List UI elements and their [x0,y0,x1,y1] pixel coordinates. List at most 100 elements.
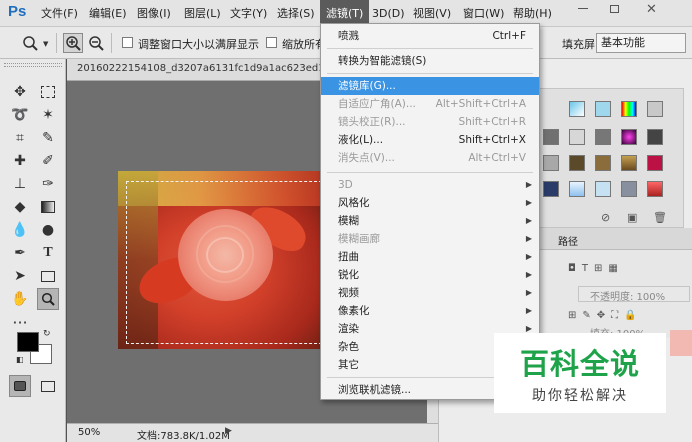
submenu-blur[interactable]: 模糊 ▶ [321,212,539,230]
hand-tool-icon[interactable]: ✋ [9,288,31,310]
style-swatch[interactable] [543,181,559,197]
menu-type[interactable]: 文字(Y) [230,0,267,27]
submenu-3d[interactable]: 3D ▶ [321,176,539,194]
liquify[interactable]: 液化(L)... Shift+Ctrl+X [321,131,539,149]
screen-mode-icon[interactable] [37,375,59,397]
style-swatch[interactable] [621,129,637,145]
zoom-all-checkbox[interactable] [266,37,277,48]
submenu-arrow-icon: ▶ [525,306,532,315]
menu-select[interactable]: 选择(S) [277,0,315,27]
clone-stamp-icon[interactable]: ⊥ [9,173,31,195]
close-icon[interactable]: ✕ [646,2,657,17]
maximize-icon[interactable] [610,5,619,13]
chevron-down-icon[interactable]: ▼ [43,40,48,48]
style-swatch[interactable] [543,155,559,171]
filter-last-splatter[interactable]: 喷溅 Ctrl+F [321,27,539,45]
style-swatch[interactable] [621,101,637,117]
submenu-arrow-icon: ▶ [525,216,532,225]
submenu-sharpen[interactable]: 锐化 ▶ [321,266,539,284]
clear-style-icon[interactable]: ⊘ [601,211,610,224]
type-tool-icon[interactable]: T [37,242,59,264]
gradient-tool-icon[interactable] [37,196,59,218]
convert-smart-filter[interactable]: 转换为智能滤镜(S) [321,52,539,70]
style-swatch[interactable] [621,155,637,171]
document-info: 文档:783.8K/1.02M [137,431,230,442]
fill-screen-button[interactable]: 填充屏 [562,36,595,52]
rectangle-tool-icon[interactable] [37,265,59,287]
magic-wand-icon[interactable]: ✶ [37,104,59,126]
style-swatch[interactable] [595,155,611,171]
style-swatch[interactable] [621,181,637,197]
pen-tool-icon[interactable]: ✒ [9,242,31,264]
zoom-tool-icon[interactable] [37,288,59,310]
delete-style-icon[interactable]: 🗑 [653,211,667,224]
submenu-video[interactable]: 视频 ▶ [321,284,539,302]
opacity-field[interactable]: 不透明度: 100% [590,288,665,303]
document-title: 20160222154108_d3207a6131fc1d9a1ac623ed1… [77,63,338,74]
zoom-tool-preset-icon[interactable] [20,33,40,53]
zoom-out-icon[interactable] [86,33,106,53]
lens-correction[interactable]: 镜头校正(R)... Shift+Ctrl+R [321,113,539,131]
style-swatch[interactable] [595,181,611,197]
default-colors-icon[interactable]: ◧ [16,355,24,364]
submenu-stylize[interactable]: 风格化 ▶ [321,194,539,212]
style-swatch[interactable] [569,129,585,145]
submenu-pixelate[interactable]: 像素化 ▶ [321,302,539,320]
vanishing-point[interactable]: 消失点(V)... Alt+Ctrl+V [321,149,539,167]
style-swatch[interactable] [595,101,611,117]
submenu-distort[interactable]: 扭曲 ▶ [321,248,539,266]
workspace-select[interactable]: 基本功能 [596,33,686,53]
move-tool-icon[interactable]: ✥ [9,81,31,103]
new-style-icon[interactable]: ▣ [627,211,637,224]
menu-image[interactable]: 图像(I) [137,0,171,27]
more-tools-icon[interactable]: ··· [9,311,31,333]
filter-gallery[interactable]: 滤镜库(G)... [321,77,539,95]
style-swatch[interactable] [647,181,663,197]
menu-file[interactable]: 文件(F) [41,0,78,27]
menu-edit[interactable]: 编辑(E) [89,0,127,27]
adaptive-wide-angle[interactable]: 自适应广角(A)... Alt+Shift+Ctrl+A [321,95,539,113]
style-swatch[interactable] [595,129,611,145]
styles-panel: ⊘ ▣ 🗑 [538,88,684,228]
style-swatch[interactable] [569,181,585,197]
healing-brush-icon[interactable]: ✚ [9,150,31,172]
layer-filter-icons[interactable]: ◘T⊞▦ [568,263,624,274]
eyedropper-icon[interactable]: ✎ [37,127,59,149]
submenu-arrow-icon: ▶ [525,288,532,297]
menu-layer[interactable]: 图层(L) [184,0,221,27]
blur-tool-icon[interactable]: 💧 [9,219,31,241]
photoshop-logo: Ps [8,3,27,20]
watermark-title: 百科全说 [519,347,640,381]
style-swatch[interactable] [569,155,585,171]
eraser-icon[interactable]: ◆ [9,196,31,218]
resize-windows-checkbox[interactable] [122,37,133,48]
lasso-tool-icon[interactable]: ➰ [9,104,31,126]
layers-panel: 路径 ◘T⊞▦ 不透明度: 100% ⊞✎✥⛶🔒 填充: 100% [538,228,692,340]
zoom-in-icon[interactable] [63,33,83,53]
path-selection-icon[interactable]: ➤ [9,265,31,287]
watermark: 百科全说 助你轻松解决 [494,333,666,413]
quick-mask-icon[interactable] [9,375,31,397]
status-arrow-icon[interactable]: ▶ [225,426,232,436]
style-swatch[interactable] [647,129,663,145]
crop-tool-icon[interactable]: ⌗ [9,127,31,149]
dodge-tool-icon[interactable]: ● [37,219,59,241]
marquee-tool-icon[interactable] [37,81,59,103]
lock-icons[interactable]: ⊞✎✥⛶🔒 [568,310,643,321]
watermark-subtitle: 助你轻松解决 [532,388,628,404]
status-bar: 50% 文档:783.8K/1.02M ▶ [67,423,438,442]
toolbox: ✥ ➰ ✶ ⌗ ✎ ✚ ✐ ⊥ ✑ ◆ 💧 ● ✒ T ➤ ✋ ··· ↻ ◧ [0,59,66,442]
style-swatch[interactable] [647,101,663,117]
style-swatch[interactable] [543,129,559,145]
history-brush-icon[interactable]: ✑ [37,173,59,195]
resize-windows-label: 调整窗口大小以满屏显示 [138,38,259,51]
zoom-level[interactable]: 50% [78,427,100,438]
style-swatch[interactable] [569,101,585,117]
submenu-arrow-icon: ▶ [525,198,532,207]
brush-tool-icon[interactable]: ✐ [37,150,59,172]
minimize-icon[interactable] [578,8,588,9]
submenu-blur-gallery[interactable]: 模糊画廊 ▶ [321,230,539,248]
tab-paths[interactable]: 路径 [558,233,578,248]
swap-colors-icon[interactable]: ↻ [43,329,51,339]
style-swatch[interactable] [647,155,663,171]
